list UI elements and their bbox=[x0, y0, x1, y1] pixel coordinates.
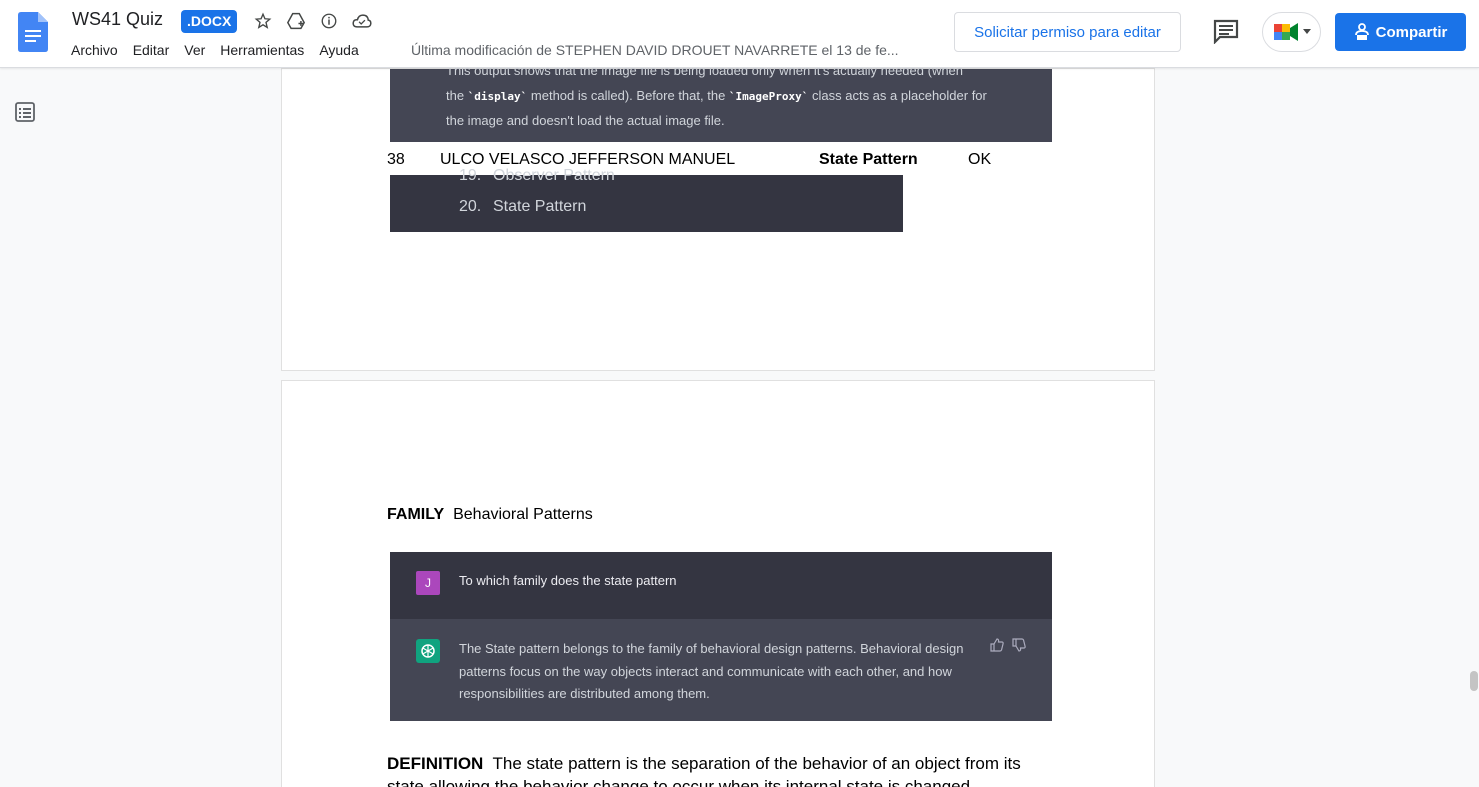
share-label: Compartir bbox=[1375, 23, 1448, 41]
chat-answer-row: The State pattern belongs to the family … bbox=[390, 619, 1052, 721]
document-page-2: FAMILY Behavioral Patterns J To which fa… bbox=[281, 380, 1155, 787]
screenshot-chat: J To which family does the state pattern… bbox=[390, 552, 1052, 721]
menu-archivo[interactable]: Archivo bbox=[71, 42, 118, 58]
menu-herramientas[interactable]: Herramientas bbox=[220, 42, 304, 58]
family-value: Behavioral Patterns bbox=[453, 506, 593, 523]
chatgpt-logo-icon bbox=[416, 639, 440, 663]
move-to-drive-icon[interactable] bbox=[285, 10, 307, 32]
output-line-3: the image and doesn't load the actual im… bbox=[446, 113, 725, 128]
scrollbar-thumb[interactable] bbox=[1470, 671, 1478, 691]
screenshot-proxy-output: This output shows that the image file is… bbox=[390, 63, 1052, 142]
menu-bar: Archivo Editar Ver Herramientas Ayuda bbox=[71, 42, 374, 58]
last-modified-link[interactable]: Última modificación de STEPHEN DAVID DRO… bbox=[411, 42, 899, 58]
thumbs-down-icon bbox=[1012, 638, 1026, 652]
list-item-label: Observer Pattern bbox=[493, 167, 615, 184]
menu-editar[interactable]: Editar bbox=[133, 42, 170, 58]
chat-question: To which family does the state pattern bbox=[459, 573, 677, 588]
share-button[interactable]: Compartir bbox=[1335, 13, 1466, 51]
meet-icon bbox=[1273, 23, 1298, 41]
definition-paragraph: DEFINITION The state pattern is the sepa… bbox=[387, 752, 1057, 787]
lock-person-icon bbox=[1354, 23, 1369, 40]
chat-question-row: J To which family does the state pattern bbox=[390, 552, 1052, 619]
chevron-down-icon bbox=[1302, 29, 1311, 34]
meet-button[interactable] bbox=[1262, 12, 1321, 52]
definition-text: The state pattern is the separation of t… bbox=[387, 754, 1021, 787]
menu-ayuda[interactable]: Ayuda bbox=[319, 42, 358, 58]
comment-history-icon[interactable] bbox=[1212, 18, 1240, 44]
info-icon[interactable] bbox=[318, 10, 340, 32]
docx-badge: .DOCX bbox=[181, 10, 238, 33]
code-imageproxy: `ImageProxy` bbox=[728, 90, 809, 103]
top-bar: WS41 Quiz .DOCX Archivo Editar Ver Herra… bbox=[0, 0, 1479, 68]
star-icon[interactable] bbox=[252, 10, 274, 32]
row-number: 38 bbox=[387, 151, 405, 168]
family-label: FAMILY bbox=[387, 506, 445, 523]
cloud-status-icon[interactable] bbox=[351, 10, 373, 32]
user-avatar: J bbox=[416, 571, 440, 595]
family-line: FAMILY Behavioral Patterns bbox=[387, 506, 593, 524]
list-item-num: 20. bbox=[459, 198, 482, 215]
thumbs-up-icon bbox=[990, 638, 1004, 652]
document-page-1: This output shows that the image file is… bbox=[281, 63, 1155, 371]
document-outline-icon[interactable] bbox=[14, 101, 36, 123]
docs-logo-icon[interactable] bbox=[18, 12, 48, 52]
request-edit-button[interactable]: Solicitar permiso para editar bbox=[954, 12, 1181, 52]
output-line-2: the `display` method is called). Before … bbox=[446, 88, 987, 103]
definition-label: DEFINITION bbox=[387, 754, 484, 773]
list-item-num: 19. bbox=[459, 167, 482, 184]
row-pattern: State Pattern bbox=[819, 151, 918, 168]
code-display: `display` bbox=[467, 90, 528, 103]
screenshot-pattern-list: 19. Observer Pattern 20. State Pattern bbox=[390, 167, 903, 232]
menu-ver[interactable]: Ver bbox=[184, 42, 205, 58]
list-item-label: State Pattern bbox=[493, 198, 587, 215]
chat-answer: The State pattern belongs to the family … bbox=[459, 641, 964, 701]
row-status: OK bbox=[968, 151, 992, 168]
document-title[interactable]: WS41 Quiz bbox=[72, 9, 163, 30]
